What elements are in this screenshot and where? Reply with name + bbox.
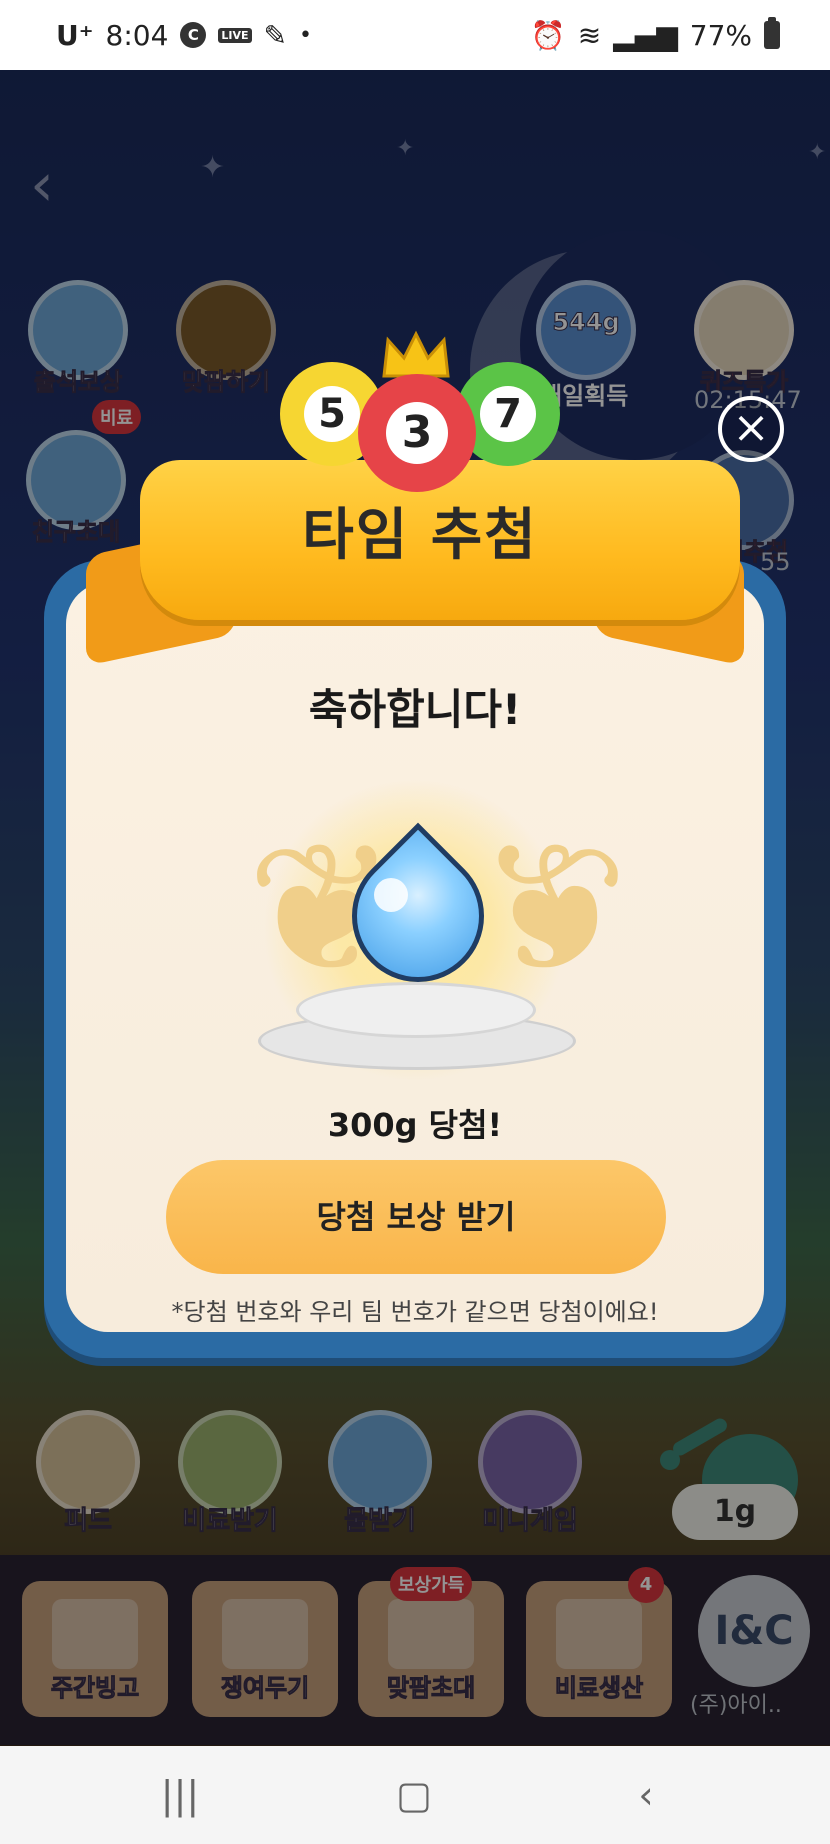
close-button[interactable]: × xyxy=(718,396,784,462)
status-left: U⁺ 8:04 C LIVE ✎ • xyxy=(56,19,312,52)
modal-title: 타임 추첨 xyxy=(302,503,538,568)
claim-reward-button[interactable]: 당첨 보상 받기 xyxy=(166,1160,666,1274)
signal-icon: ▂▄▆ xyxy=(613,18,678,52)
wifi-icon: ≋ xyxy=(577,18,602,52)
battery-icon xyxy=(764,17,780,49)
status-bar: U⁺ 8:04 C LIVE ✎ • ⏰ ≋ ▂▄▆ 77% xyxy=(0,0,830,70)
close-icon: × xyxy=(732,402,770,453)
game-controller-icon: ✎ xyxy=(263,18,288,52)
prize-label: 300g 당첨! xyxy=(327,1106,503,1144)
crown-icon xyxy=(382,330,450,378)
lotto-ball-red: 3 xyxy=(358,374,476,492)
alarm-icon: ⏰ xyxy=(530,18,566,52)
back-icon[interactable]: ‹ xyxy=(616,1772,676,1818)
pedestal-top xyxy=(296,982,536,1038)
laurel-right-icon: ❦ xyxy=(478,805,629,1014)
clock: 8:04 xyxy=(105,18,169,52)
recent-apps-icon[interactable]: ||| xyxy=(150,1772,210,1818)
more-notifications-icon: • xyxy=(299,22,312,48)
app-notification-icon: C xyxy=(180,22,207,48)
carrier-label: U⁺ xyxy=(56,18,94,52)
battery-percent: 77% xyxy=(689,18,752,52)
winning-rule-notice: *당첨 번호와 우리 팀 번호가 같으면 당첨이에요! xyxy=(171,1298,659,1326)
home-icon[interactable]: ▢ xyxy=(384,1772,444,1818)
live-icon: LIVE xyxy=(218,27,252,43)
congrats-heading: 축하합니다! xyxy=(308,685,522,734)
status-right: ⏰ ≋ ▂▄▆ 77% xyxy=(530,17,780,52)
system-nav-bar: ||| ▢ ‹ xyxy=(0,1746,830,1844)
